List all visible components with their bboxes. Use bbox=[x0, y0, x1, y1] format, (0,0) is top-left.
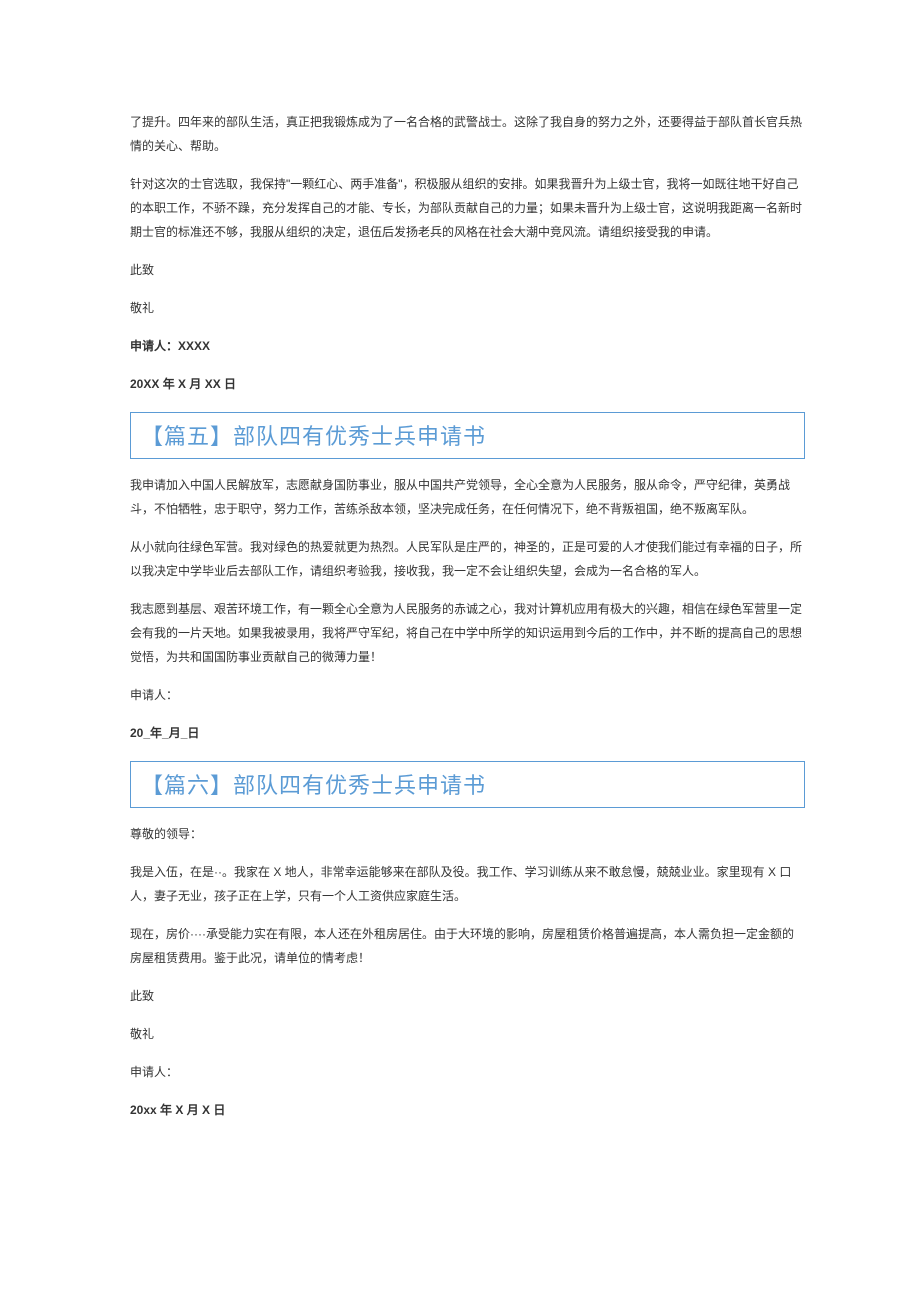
body-paragraph: 了提升。四年来的部队生活，真正把我锻炼成为了一名合格的武警战士。这除了我自身的努… bbox=[130, 110, 805, 158]
salutation: 尊敬的领导： bbox=[130, 822, 805, 846]
section-6-title: 【篇六】部队四有优秀士兵申请书 bbox=[130, 761, 805, 808]
body-paragraph: 现在，房价····承受能力实在有限，本人还在外租房居住。由于大环境的影响，房屋租… bbox=[130, 922, 805, 970]
closing-salutation: 敬礼 bbox=[130, 296, 805, 320]
date-line: 20_年_月_日 bbox=[130, 721, 805, 745]
body-paragraph: 针对这次的士官选取，我保持"一颗红心、两手准备"，积极服从组织的安排。如果我晋升… bbox=[130, 172, 805, 244]
body-paragraph: 我是入伍，在是··。我家在 X 地人，非常幸运能够来在部队及役。我工作、学习训练… bbox=[130, 860, 805, 908]
applicant-line: 申请人： bbox=[130, 683, 805, 707]
body-paragraph: 我志愿到基层、艰苦环境工作，有一颗全心全意为人民服务的赤诚之心，我对计算机应用有… bbox=[130, 597, 805, 669]
closing-salutation: 此致 bbox=[130, 984, 805, 1008]
closing-salutation: 此致 bbox=[130, 258, 805, 282]
section-5-title: 【篇五】部队四有优秀士兵申请书 bbox=[130, 412, 805, 459]
applicant-line: 申请人：XXXX bbox=[130, 334, 805, 358]
date-line: 20XX 年 X 月 XX 日 bbox=[130, 372, 805, 396]
body-paragraph: 我申请加入中国人民解放军，志愿献身国防事业，服从中国共产党领导，全心全意为人民服… bbox=[130, 473, 805, 521]
date-line: 20xx 年 X 月 X 日 bbox=[130, 1098, 805, 1122]
body-paragraph: 从小就向往绿色军营。我对绿色的热爱就更为热烈。人民军队是庄严的，神圣的，正是可爱… bbox=[130, 535, 805, 583]
closing-salutation: 敬礼 bbox=[130, 1022, 805, 1046]
applicant-line: 申请人： bbox=[130, 1060, 805, 1084]
